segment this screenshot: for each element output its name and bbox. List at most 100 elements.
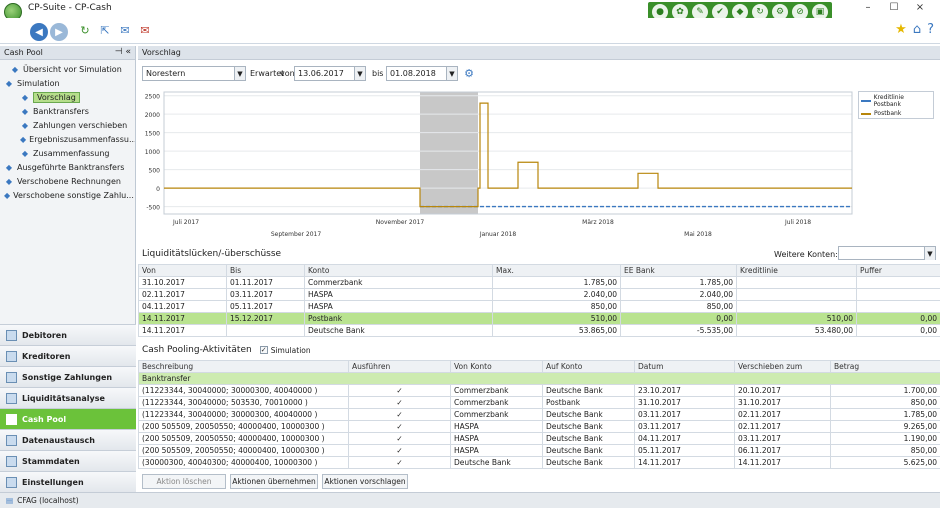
table-cell: 01.11.2017 bbox=[226, 276, 305, 289]
help-icon[interactable]: ? bbox=[927, 22, 934, 37]
tag-icon[interactable]: ✉ bbox=[118, 23, 132, 37]
simulation-checkbox[interactable]: ✓ bbox=[259, 346, 268, 354]
nav-button-5[interactable]: Datenaustausch bbox=[0, 429, 136, 450]
y-tick-label: -500 bbox=[146, 205, 160, 212]
column-header[interactable]: Puffer bbox=[856, 264, 940, 277]
tree-item[interactable]: ◆ Banktransfers bbox=[0, 104, 135, 118]
group-row[interactable]: Banktransfer bbox=[138, 372, 940, 385]
delete-action-button[interactable]: Aktion löschen bbox=[142, 474, 226, 489]
table-row[interactable]: 31.10.2017 01.11.2017 Commerzbank 1.785,00 1… bbox=[138, 276, 940, 289]
sigma-icon: ◆ bbox=[21, 148, 29, 158]
tree-item-label: Vorschlag bbox=[33, 91, 80, 103]
star-icon[interactable]: ★ bbox=[895, 22, 907, 37]
table-cell: Deutsche Bank bbox=[450, 456, 543, 469]
accept-actions-button[interactable]: Aktionen übernehmen bbox=[230, 474, 318, 489]
nav-button-3[interactable]: Liquiditätsanalyse bbox=[0, 387, 136, 408]
execute-checkbox[interactable]: ✓ bbox=[348, 384, 451, 397]
table-row[interactable]: 04.11.2017 05.11.2017 HASPA 850,00 850,00 bbox=[138, 300, 940, 313]
tree-item-label: Verschobene sonstige Zahlu... bbox=[13, 190, 134, 200]
table-cell: 02.11.2017 bbox=[734, 408, 831, 421]
maximize-button[interactable]: ☐ bbox=[884, 2, 904, 13]
minimize-button[interactable]: – bbox=[858, 2, 878, 13]
section-header: Vorschlag bbox=[138, 46, 940, 60]
table-row[interactable]: 14.11.2017 Deutsche Bank 53.865,00 -5.535,0… bbox=[138, 324, 940, 337]
company-select[interactable]: Norestern ▼ bbox=[142, 66, 246, 81]
column-header[interactable]: Datum bbox=[634, 360, 735, 373]
chart-settings-icon[interactable]: ⚙ bbox=[462, 66, 476, 80]
export-icon[interactable]: ⇱ bbox=[98, 23, 112, 37]
column-header[interactable]: Von bbox=[138, 264, 227, 277]
y-tick-label: 0 bbox=[156, 186, 160, 193]
column-header[interactable]: Kreditlinie bbox=[736, 264, 857, 277]
grid-icon: ◆ bbox=[5, 78, 13, 88]
calendar-icon[interactable]: ▼ bbox=[446, 67, 457, 80]
table-cell: 05.11.2017 bbox=[226, 300, 305, 313]
execute-checkbox[interactable]: ✓ bbox=[348, 408, 451, 421]
date-from-field[interactable]: 13.06.2017 ▼ bbox=[294, 66, 366, 81]
refresh-icon[interactable]: ↻ bbox=[78, 23, 92, 37]
tree-item[interactable]: ◆ Übersicht vor Simulation bbox=[0, 62, 135, 76]
tree-item-label: Banktransfers bbox=[33, 106, 89, 116]
table-row[interactable]: (200 505509, 20050550; 40000400, 1000030… bbox=[138, 444, 940, 457]
nav-button-label: Einstellungen bbox=[22, 477, 84, 487]
chevron-down-icon[interactable]: ▼ bbox=[234, 67, 245, 80]
calendar-icon[interactable]: ▼ bbox=[354, 67, 365, 80]
chevron-down-icon[interactable]: ▼ bbox=[924, 247, 935, 260]
column-header[interactable]: Betrag bbox=[830, 360, 940, 373]
execute-checkbox[interactable]: ✓ bbox=[348, 456, 451, 469]
table-cell: 1.785,00 bbox=[620, 276, 737, 289]
table-row[interactable]: 02.11.2017 03.11.2017 HASPA 2.040,00 2.040,0… bbox=[138, 288, 940, 301]
highlight-region bbox=[420, 92, 478, 214]
pin-icon[interactable]: ⊣ « bbox=[115, 47, 131, 57]
column-header[interactable]: Auf Konto bbox=[542, 360, 635, 373]
execute-checkbox[interactable]: ✓ bbox=[348, 396, 451, 409]
execute-checkbox[interactable]: ✓ bbox=[348, 432, 451, 445]
tree-item[interactable]: ◆ Ausgeführte Banktransfers bbox=[0, 160, 135, 174]
table-cell: 9.265,00 bbox=[830, 420, 940, 433]
table-cell: Commerzbank bbox=[450, 396, 543, 409]
date-to-field[interactable]: 01.08.2018 ▼ bbox=[386, 66, 458, 81]
column-header[interactable]: Verschieben zum bbox=[734, 360, 831, 373]
tree-item[interactable]: ◆ Zahlungen verschieben bbox=[0, 118, 135, 132]
table-row[interactable]: (11223344, 30040000; 30000300, 40040000 … bbox=[138, 408, 940, 421]
tree-item[interactable]: ◆ Simulation bbox=[0, 76, 135, 90]
tree-item[interactable]: ◆ Verschobene Rechnungen bbox=[0, 174, 135, 188]
chart-legend: Kreditlinie Postbank Postbank bbox=[858, 91, 934, 119]
tree-item[interactable]: ◆ Zusammenfassung bbox=[0, 146, 135, 160]
table-cell: 23.10.2017 bbox=[634, 384, 735, 397]
column-header[interactable]: EE Bank bbox=[620, 264, 737, 277]
nav-button-6[interactable]: Stammdaten bbox=[0, 450, 136, 471]
table-row[interactable]: (11223344, 30040000; 503530, 70010000 ) ✓… bbox=[138, 396, 940, 409]
table-row[interactable]: (200 505509, 20050550; 40000400, 1000030… bbox=[138, 420, 940, 433]
tree-item[interactable]: ◆ Ergebniszusammenfassu... bbox=[0, 132, 135, 146]
nav-button-4[interactable]: Cash Pool bbox=[0, 408, 136, 429]
column-header[interactable]: Konto bbox=[304, 264, 493, 277]
suggest-actions-button[interactable]: Aktionen vorschlagen bbox=[322, 474, 408, 489]
table-cell: 1.785,00 bbox=[492, 276, 621, 289]
nav-button-2[interactable]: Sonstige Zahlungen bbox=[0, 366, 136, 387]
back-icon[interactable]: ◀ bbox=[30, 23, 48, 41]
column-header[interactable]: Max. bbox=[492, 264, 621, 277]
table-row[interactable]: 14.11.2017 15.12.2017 Postbank 510,00 0,00 51… bbox=[138, 312, 940, 325]
nav-button-7[interactable]: Einstellungen bbox=[0, 471, 136, 492]
tree-item[interactable]: ◆ Vorschlag bbox=[0, 90, 135, 104]
column-header[interactable]: Ausführen bbox=[348, 360, 451, 373]
weitere-konten-select[interactable]: ▼ bbox=[838, 246, 936, 260]
tree-item[interactable]: ◆ Verschobene sonstige Zahlu... bbox=[0, 188, 135, 202]
column-header[interactable]: Beschreibung bbox=[138, 360, 349, 373]
table-cell: Deutsche Bank bbox=[542, 444, 635, 457]
forward-icon[interactable]: ▶ bbox=[50, 23, 68, 41]
home-icon[interactable]: ⌂ bbox=[913, 22, 921, 37]
table-row[interactable]: (30000300, 40040300; 40000400, 10000300 … bbox=[138, 456, 940, 469]
nav-button-0[interactable]: Debitoren bbox=[0, 324, 136, 345]
close-button[interactable]: × bbox=[910, 2, 930, 13]
execute-checkbox[interactable]: ✓ bbox=[348, 444, 451, 457]
table-row[interactable]: (200 505509, 20050550; 40000400, 1000030… bbox=[138, 432, 940, 445]
column-header[interactable]: Bis bbox=[226, 264, 305, 277]
tag-remove-icon[interactable]: ✉ bbox=[138, 23, 152, 37]
table-cell: 53.480,00 bbox=[736, 324, 857, 337]
execute-checkbox[interactable]: ✓ bbox=[348, 420, 451, 433]
column-header[interactable]: Von Konto bbox=[450, 360, 543, 373]
table-row[interactable]: (11223344, 30040000; 30000300, 40040000 … bbox=[138, 384, 940, 397]
nav-button-1[interactable]: Kreditoren bbox=[0, 345, 136, 366]
